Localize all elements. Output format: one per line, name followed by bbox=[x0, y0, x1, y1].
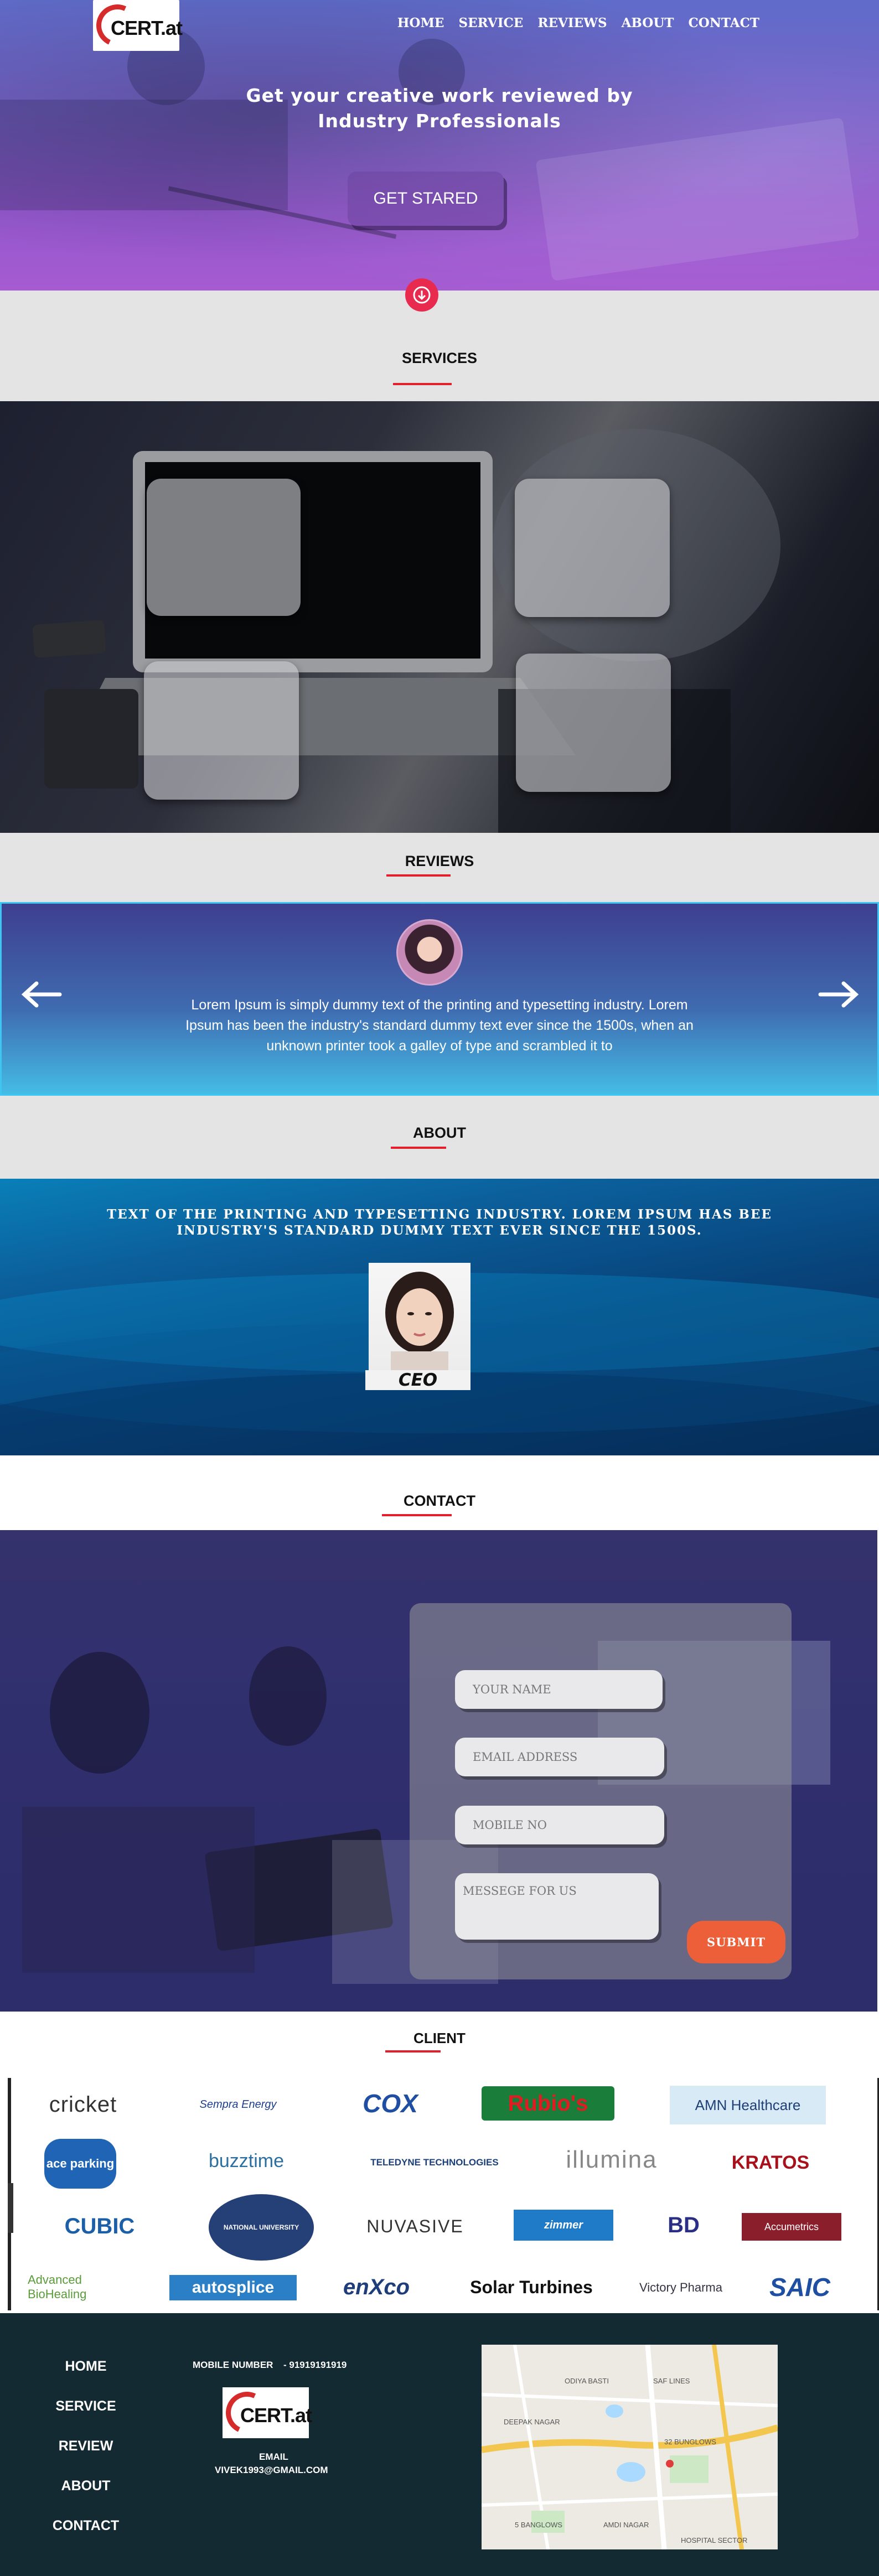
services-underline bbox=[393, 383, 452, 385]
submit-button[interactable]: SUBMIT bbox=[687, 1921, 785, 1963]
logo-text: CERT.at bbox=[111, 17, 183, 39]
client-logo-victory-pharma: Victory Pharma bbox=[639, 2280, 722, 2294]
client-logo-cricket: cricket bbox=[49, 2092, 117, 2117]
map-label-saf-lines: SAF LINES bbox=[653, 2377, 690, 2385]
footer-email-value[interactable]: VIVEK1993@GMAIL.COM bbox=[215, 2465, 328, 2476]
name-field[interactable]: YOUR NAME bbox=[455, 1670, 663, 1709]
service-tile-1[interactable] bbox=[147, 479, 301, 616]
footer-mobile-label: MOBILE NUMBER bbox=[193, 2360, 273, 2370]
mobile-field[interactable]: MOBILE NO bbox=[455, 1806, 664, 1844]
hero-title: Get your creative work reviewed by Indus… bbox=[0, 83, 879, 134]
footer-nav-about[interactable]: ABOUT bbox=[44, 2478, 127, 2494]
message-field[interactable]: MESSEGE FOR US bbox=[455, 1873, 659, 1940]
reviews-title: REVIEWS bbox=[405, 853, 474, 869]
client-logo-nuvasive: NUVASIVE bbox=[366, 2216, 464, 2236]
client-logo-enxco: enXco bbox=[343, 2274, 410, 2299]
email-field[interactable]: EMAIL ADDRESS bbox=[455, 1738, 664, 1776]
map-label-deepak-nagar: DEEPAK NAGAR bbox=[504, 2418, 560, 2426]
client-logo-autosplice: autosplice bbox=[169, 2275, 297, 2300]
map-label-hospital-sector: HOSPITAL SECTOR bbox=[681, 2536, 748, 2544]
map-label-amdi-nagar: AMDI NAGAR bbox=[603, 2521, 649, 2529]
get-started-button[interactable]: GET STARED bbox=[348, 172, 504, 226]
ceo-label: CEO bbox=[365, 1370, 470, 1390]
contact-underline bbox=[382, 1514, 452, 1516]
client-logo-kratos: KRATOS bbox=[731, 2152, 810, 2173]
footer-email-label: EMAIL bbox=[259, 2451, 288, 2462]
map-label-32-bunglows: 32 BUNGLOWS bbox=[664, 2438, 716, 2446]
location-map[interactable]: ODIYA BASTI SAF LINES DEEPAK NAGAR 32 BU… bbox=[482, 2345, 778, 2549]
footer-nav-service[interactable]: SERVICE bbox=[44, 2398, 127, 2414]
main-nav: HOME SERVICE REVIEWS ABOUT CONTACT bbox=[397, 15, 759, 30]
nav-service[interactable]: SERVICE bbox=[458, 15, 523, 30]
client-logo-accumetrics: Accumetrics bbox=[742, 2213, 841, 2241]
map-label-odiya-basti: ODIYA BASTI bbox=[565, 2377, 609, 2385]
about-underline bbox=[391, 1147, 446, 1149]
footer-logo[interactable]: CERT.at bbox=[220, 2386, 312, 2440]
client-logo-national-university: NATIONAL UNIVERSITY bbox=[209, 2194, 314, 2261]
client-logo-rubios: Rubio's bbox=[482, 2086, 614, 2121]
client-logo-illumina: illumina bbox=[566, 2146, 658, 2173]
arrow-right-icon[interactable] bbox=[818, 981, 860, 1014]
about-text-line1: TEXT OF THE PRINTING AND TYPESETTING IND… bbox=[107, 1207, 772, 1222]
services-background-photo bbox=[0, 401, 879, 833]
client-logo-bd: BD bbox=[668, 2212, 700, 2237]
client-logo-ace-parking: ace parking bbox=[44, 2139, 116, 2189]
review-text: Lorem Ipsum is simply dummy text of the … bbox=[185, 997, 694, 1054]
client-logo-saic: SAIC bbox=[769, 2273, 830, 2302]
reviewer-avatar bbox=[396, 919, 463, 986]
client-logo-advanced-biohealing: Advanced BioHealing bbox=[28, 2273, 87, 2301]
service-tile-2[interactable] bbox=[515, 479, 670, 617]
client-logo-zimmer: zimmer bbox=[514, 2210, 613, 2241]
about-title: ABOUT bbox=[413, 1124, 466, 1141]
client-logo-cox: COX bbox=[363, 2089, 418, 2118]
ceo-photo bbox=[369, 1263, 470, 1373]
nav-about[interactable]: ABOUT bbox=[622, 15, 674, 30]
service-tile-3[interactable] bbox=[144, 661, 299, 800]
footer-mobile-value: - 91919191919 bbox=[283, 2360, 347, 2370]
map-label-5-banglows: 5 BANGLOWS bbox=[515, 2521, 562, 2529]
site-logo[interactable]: CERT.at bbox=[90, 0, 183, 53]
client-logo-solar-turbines: Solar Turbines bbox=[470, 2277, 593, 2297]
client-underline bbox=[385, 2050, 441, 2052]
client-logo-buzztime: buzztime bbox=[208, 2150, 285, 2171]
hero-title-line1: Get your creative work reviewed by bbox=[246, 85, 633, 106]
nav-reviews[interactable]: REVIEWS bbox=[537, 15, 607, 30]
footer-nav-review[interactable]: REVIEW bbox=[44, 2438, 127, 2454]
footer-nav-contact[interactable]: CONTACT bbox=[44, 2518, 127, 2534]
client-logo-sempra: Sempra Energy bbox=[199, 2098, 277, 2111]
client-logo-amn: AMN Healthcare bbox=[670, 2086, 826, 2124]
client-logo-cubic: CUBIC bbox=[64, 2214, 135, 2238]
footer-logo-text: CERT.at bbox=[240, 2404, 312, 2427]
nav-home[interactable]: HOME bbox=[397, 15, 444, 30]
services-title: SERVICES bbox=[401, 350, 478, 366]
arrow-down-icon[interactable] bbox=[405, 278, 438, 312]
reviews-underline bbox=[386, 874, 451, 877]
arrow-left-icon[interactable] bbox=[20, 981, 62, 1014]
contact-title: CONTACT bbox=[404, 1492, 475, 1509]
about-text-line2: INDUSTRY'S STANDARD DUMMY TEXT EVER SINC… bbox=[177, 1223, 702, 1238]
nav-contact[interactable]: CONTACT bbox=[689, 15, 760, 30]
about-text: TEXT OF THE PRINTING AND TYPESETTING IND… bbox=[44, 1206, 835, 1238]
client-logo-wall: cricket Sempra Energy COX Rubio's AMN He… bbox=[8, 2078, 879, 2310]
footer-nav-home[interactable]: HOME bbox=[44, 2359, 127, 2375]
hero-title-line2: Industry Professionals bbox=[318, 110, 561, 132]
service-tile-4[interactable] bbox=[516, 654, 671, 792]
client-logo-teledyne: TELEDYNE TECHNOLOGIES bbox=[370, 2157, 499, 2168]
client-title: CLIENT bbox=[413, 2030, 466, 2046]
laptop-illustration bbox=[32, 429, 780, 833]
client-scroll-handle[interactable] bbox=[8, 2183, 13, 2233]
